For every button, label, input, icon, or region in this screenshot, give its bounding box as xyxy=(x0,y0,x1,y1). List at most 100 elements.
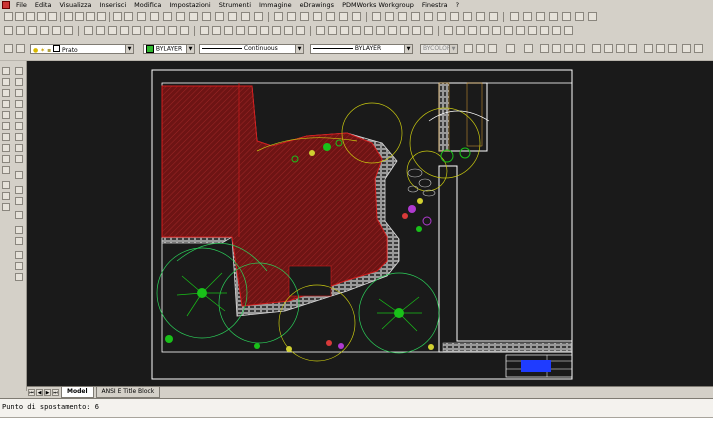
tool-palettes-icon[interactable] xyxy=(241,12,250,21)
menu-edrawings[interactable]: eDrawings xyxy=(296,0,338,10)
camera-icon[interactable] xyxy=(588,12,597,21)
scale-icon[interactable] xyxy=(398,12,407,21)
center-mark-icon[interactable] xyxy=(424,26,433,35)
green-arrow-icon[interactable] xyxy=(506,44,515,53)
dimension-icon[interactable] xyxy=(510,12,519,21)
menu-file[interactable]: File xyxy=(12,0,31,10)
view-left-icon[interactable] xyxy=(468,26,477,35)
ucs-face-icon[interactable] xyxy=(144,26,153,35)
zoom-scale-icon[interactable] xyxy=(576,44,585,53)
menu-image[interactable]: Immagine xyxy=(255,0,296,10)
view-top-icon[interactable] xyxy=(444,26,453,35)
ucs-object-icon[interactable] xyxy=(132,26,141,35)
view-iso-nw-icon[interactable] xyxy=(552,26,561,35)
spline-icon[interactable] xyxy=(2,166,10,174)
linetype-dropdown[interactable]: Continuous ▼ xyxy=(199,44,304,54)
layer-previous-icon[interactable] xyxy=(300,12,309,21)
new-icon[interactable] xyxy=(4,12,13,21)
undo-icon[interactable] xyxy=(113,12,122,21)
print-icon[interactable] xyxy=(37,12,46,21)
prev-tab-arrow-icon[interactable]: ◀ xyxy=(36,389,43,396)
help-icon[interactable] xyxy=(694,44,703,53)
layer-manager-icon[interactable] xyxy=(4,44,13,53)
ortho-icon[interactable] xyxy=(52,26,61,35)
menu-edit[interactable]: Edita xyxy=(31,0,56,10)
view-iso-se-icon[interactable] xyxy=(528,26,537,35)
extend-icon[interactable] xyxy=(15,237,23,245)
arc-icon[interactable] xyxy=(2,133,10,141)
menu-pdmworks[interactable]: PDMWorks Workgroup xyxy=(338,0,418,10)
copy-icon[interactable] xyxy=(75,12,84,21)
make-block-icon[interactable] xyxy=(2,203,10,211)
explode-icon[interactable] xyxy=(15,273,23,281)
viewport-poly-icon[interactable] xyxy=(616,44,625,53)
select-icon[interactable] xyxy=(4,26,13,35)
layer-icon[interactable] xyxy=(274,12,283,21)
zoom-realtime-icon[interactable] xyxy=(176,12,185,21)
pan-icon[interactable] xyxy=(163,12,172,21)
arc-icon[interactable] xyxy=(236,26,245,35)
ucs-world-icon[interactable] xyxy=(96,26,105,35)
polygon-icon[interactable] xyxy=(2,111,10,119)
menu-view[interactable]: Visualizza xyxy=(55,0,95,10)
open-icon[interactable] xyxy=(15,12,24,21)
region-icon[interactable] xyxy=(296,26,305,35)
zoom-window-icon[interactable] xyxy=(189,12,198,21)
next-tab-arrow-icon[interactable]: ▶ xyxy=(44,389,51,396)
layer-state-icon[interactable] xyxy=(287,12,296,21)
orbit-icon[interactable] xyxy=(575,12,584,21)
spline-icon[interactable] xyxy=(260,26,269,35)
drawing-canvas[interactable] xyxy=(27,61,713,386)
crosshair-icon[interactable] xyxy=(16,26,25,35)
view-iso-ne-icon[interactable] xyxy=(540,26,549,35)
hatch-icon[interactable] xyxy=(15,171,23,179)
osnap-icon[interactable] xyxy=(28,26,37,35)
attribute-icon[interactable] xyxy=(339,12,348,21)
dim-linear-icon[interactable] xyxy=(316,26,325,35)
stretch-icon[interactable] xyxy=(15,155,23,163)
ucs-origin-icon[interactable] xyxy=(108,26,117,35)
text-style-icon[interactable] xyxy=(523,12,532,21)
view-back-icon[interactable] xyxy=(504,26,513,35)
tab-model[interactable]: Model xyxy=(61,387,94,398)
layer-dropdown[interactable]: ● ✶ ▪ Prato ▼ xyxy=(30,44,134,54)
command-input[interactable] xyxy=(0,417,713,431)
ucs-y-icon[interactable] xyxy=(168,26,177,35)
shade-icon[interactable] xyxy=(562,12,571,21)
menu-insert[interactable]: Inserisci xyxy=(96,0,131,10)
view-bottom-icon[interactable] xyxy=(456,26,465,35)
circle-icon[interactable] xyxy=(224,26,233,35)
viewport-clip-icon[interactable] xyxy=(628,44,637,53)
ellipse-icon[interactable] xyxy=(2,181,10,189)
move-icon[interactable] xyxy=(372,12,381,21)
trim-icon[interactable] xyxy=(424,12,433,21)
view-front-icon[interactable] xyxy=(492,26,501,35)
menu-tools[interactable]: Strumenti xyxy=(215,0,255,10)
cut-icon[interactable] xyxy=(64,12,73,21)
layer-walk-icon[interactable] xyxy=(476,44,485,53)
ucs-view-icon[interactable] xyxy=(120,26,129,35)
xref-icon[interactable] xyxy=(352,12,361,21)
zoom-in-icon[interactable] xyxy=(540,44,549,53)
plotstyle-dropdown[interactable]: BYCOLOR ▼ xyxy=(420,44,458,54)
insert-block-icon[interactable] xyxy=(2,192,10,200)
sheet-set-icon[interactable] xyxy=(254,12,263,21)
copy-object-icon[interactable] xyxy=(15,78,23,86)
zoom-extents-icon[interactable] xyxy=(524,44,533,53)
design-center-icon[interactable] xyxy=(228,12,237,21)
hatch-icon[interactable] xyxy=(536,12,545,21)
table-icon[interactable] xyxy=(15,211,23,219)
grid-icon[interactable] xyxy=(40,26,49,35)
polyline-icon[interactable] xyxy=(212,26,221,35)
break-icon[interactable] xyxy=(450,12,459,21)
move-icon[interactable] xyxy=(15,122,23,130)
erase-icon[interactable] xyxy=(15,67,23,75)
rectangle-icon[interactable] xyxy=(2,122,10,130)
tolerance-icon[interactable] xyxy=(412,26,421,35)
dim-angular-icon[interactable] xyxy=(364,26,373,35)
dim-continue-icon[interactable] xyxy=(388,26,397,35)
fillet-icon[interactable] xyxy=(463,12,472,21)
redo-icon[interactable] xyxy=(124,12,133,21)
line-icon[interactable] xyxy=(2,78,10,86)
area-icon[interactable] xyxy=(656,44,665,53)
